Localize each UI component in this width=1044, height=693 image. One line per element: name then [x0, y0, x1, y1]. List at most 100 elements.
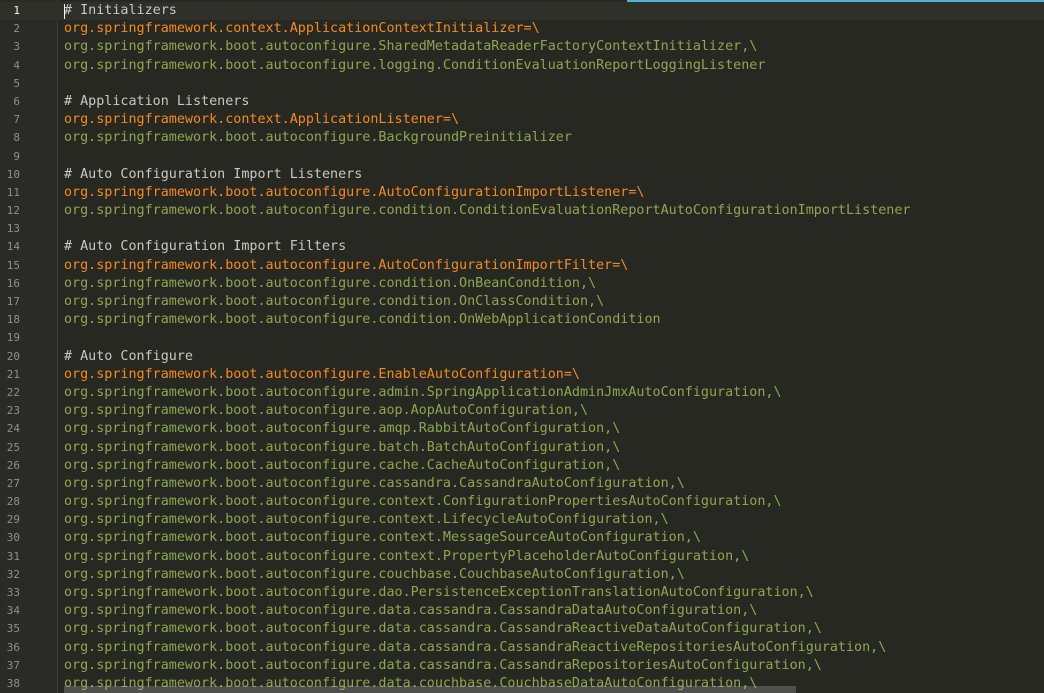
- code-line[interactable]: 1 # Initializers: [0, 2, 1044, 20]
- code-line[interactable]: 5: [0, 75, 1044, 93]
- property-value: org.springframework.boot.autoconfigure.c…: [64, 457, 621, 473]
- property-value: org.springframework.boot.autoconfigure.b…: [64, 439, 621, 455]
- code-line[interactable]: 9: [0, 148, 1044, 166]
- code-line[interactable]: 34 org.springframework.boot.autoconfigure…: [0, 602, 1044, 620]
- code-line[interactable]: 35 org.springframework.boot.autoconfigure…: [0, 620, 1044, 638]
- line-number: 12: [6, 204, 20, 218]
- code-line[interactable]: 8 org.springframework.boot.autoconfigure.…: [0, 129, 1044, 147]
- code-line[interactable]: 13: [0, 220, 1044, 238]
- line-number: 6: [13, 94, 20, 108]
- property-key: org.springframework.boot.autoconfigure.A…: [64, 184, 645, 200]
- code-line[interactable]: 21 org.springframework.boot.autoconfigure…: [0, 366, 1044, 384]
- code-line[interactable]: 24 org.springframework.boot.autoconfigure…: [0, 420, 1044, 438]
- property-value: org.springframework.boot.autoconfigure.S…: [64, 39, 758, 55]
- code-line[interactable]: 15 org.springframework.boot.autoconfigure…: [0, 257, 1044, 275]
- line-number: 1: [13, 4, 20, 17]
- line-number: 4: [13, 58, 20, 72]
- code-comment: # Auto Configuration Import Listeners: [64, 166, 363, 182]
- line-number: 17: [6, 295, 20, 308]
- code-line[interactable]: 30 org.springframework.boot.autoconfigure…: [0, 529, 1044, 547]
- horizontal-scrollbar[interactable]: [64, 686, 796, 693]
- code-comment: # Application Listeners: [64, 93, 250, 109]
- property-key: org.springframework.context.ApplicationL…: [64, 112, 460, 128]
- property-value: org.springframework.boot.autoconfigure.c…: [64, 494, 782, 510]
- line-number: 3: [13, 40, 20, 54]
- line-number: 35: [6, 622, 20, 636]
- code-line[interactable]: 29 org.springframework.boot.autoconfigure…: [0, 511, 1044, 529]
- property-value: org.springframework.boot.autoconfigure.c…: [64, 275, 597, 291]
- property-value: org.springframework.boot.autoconfigure.d…: [64, 603, 758, 619]
- code-line[interactable]: 2 org.springframework.context.Application…: [0, 20, 1044, 38]
- property-value: org.springframework.boot.autoconfigure.a…: [64, 384, 782, 400]
- code-line[interactable]: 33 org.springframework.boot.autoconfigure…: [0, 584, 1044, 602]
- code-comment: # Initializers: [64, 3, 177, 18]
- line-number: 36: [6, 640, 20, 654]
- code-line[interactable]: 14 # Auto Configuration Import Filters: [0, 238, 1044, 256]
- code-line[interactable]: 16 org.springframework.boot.autoconfigure…: [0, 275, 1044, 293]
- code-line[interactable]: 7 org.springframework.context.Application…: [0, 111, 1044, 129]
- property-key: org.springframework.context.ApplicationC…: [64, 21, 540, 37]
- code-line[interactable]: 37 org.springframework.boot.autoconfigure…: [0, 657, 1044, 675]
- code-line[interactable]: 36 org.springframework.boot.autoconfigure…: [0, 639, 1044, 657]
- code-line[interactable]: 31 org.springframework.boot.autoconfigure…: [0, 548, 1044, 566]
- line-number: 5: [13, 76, 20, 90]
- line-number: 30: [6, 531, 20, 545]
- line-number: 10: [6, 167, 20, 181]
- property-value: org.springframework.boot.autoconfigure.d…: [64, 585, 814, 600]
- line-number: 32: [6, 567, 20, 581]
- code-editor[interactable]: 1 # Initializers 2 org.springframework.cont…: [0, 0, 1044, 693]
- code-lines[interactable]: 1 # Initializers 2 org.springframework.cont…: [0, 2, 1044, 693]
- code-line[interactable]: 17 org.springframework.boot.autoconfigure…: [0, 293, 1044, 311]
- line-number: 24: [6, 422, 20, 436]
- code-line[interactable]: 32 org.springframework.boot.autoconfigure…: [0, 566, 1044, 584]
- line-number: 28: [6, 495, 20, 509]
- property-value: org.springframework.boot.autoconfigure.c…: [64, 203, 911, 219]
- code-line[interactable]: 12 org.springframework.boot.autoconfigure…: [0, 202, 1044, 220]
- line-number: 37: [6, 658, 20, 672]
- code-line[interactable]: 19: [0, 329, 1044, 347]
- line-number: 33: [6, 586, 20, 599]
- property-key: org.springframework.boot.autoconfigure.A…: [64, 257, 629, 273]
- line-number: 18: [6, 313, 20, 327]
- property-value: org.springframework.boot.autoconfigure.c…: [64, 294, 605, 309]
- line-number: 16: [6, 276, 20, 290]
- code-line[interactable]: 4 org.springframework.boot.autoconfigure.…: [0, 57, 1044, 75]
- code-line[interactable]: 26 org.springframework.boot.autoconfigure…: [0, 457, 1044, 475]
- code-line[interactable]: 11 org.springframework.boot.autoconfigure…: [0, 184, 1044, 202]
- line-number: 11: [6, 185, 20, 199]
- code-line[interactable]: 22 org.springframework.boot.autoconfigure…: [0, 384, 1044, 402]
- property-value: org.springframework.boot.autoconfigure.d…: [64, 639, 887, 655]
- code-line[interactable]: 20 # Auto Configure: [0, 348, 1044, 366]
- line-number: 23: [6, 404, 20, 418]
- line-number: 7: [13, 113, 20, 127]
- line-number: 38: [6, 676, 20, 690]
- line-number: 29: [6, 513, 20, 527]
- line-number: 9: [13, 149, 20, 163]
- property-value: org.springframework.boot.autoconfigure.c…: [64, 475, 685, 491]
- property-value: org.springframework.boot.autoconfigure.l…: [64, 57, 766, 73]
- property-value: org.springframework.boot.autoconfigure.d…: [64, 657, 822, 673]
- code-comment: # Auto Configure: [64, 348, 193, 364]
- code-line[interactable]: 28 org.springframework.boot.autoconfigure…: [0, 493, 1044, 511]
- code-line[interactable]: 6 # Application Listeners: [0, 93, 1044, 111]
- line-number: 8: [13, 131, 20, 145]
- line-number: 34: [6, 604, 20, 618]
- line-number: 19: [6, 331, 20, 345]
- line-number: 31: [6, 549, 20, 563]
- property-value: org.springframework.boot.autoconfigure.c…: [64, 312, 661, 328]
- line-number: 21: [6, 367, 20, 381]
- code-comment: # Auto Configuration Import Filters: [64, 239, 347, 255]
- line-number: 22: [6, 385, 20, 399]
- property-value: org.springframework.boot.autoconfigure.a…: [64, 421, 621, 437]
- line-number: 15: [6, 258, 20, 272]
- line-number: 20: [6, 349, 20, 363]
- line-number: 25: [6, 440, 20, 454]
- code-line[interactable]: 10 # Auto Configuration Import Listeners: [0, 166, 1044, 184]
- code-line[interactable]: 27 org.springframework.boot.autoconfigure…: [0, 475, 1044, 493]
- code-line[interactable]: 18 org.springframework.boot.autoconfigure…: [0, 311, 1044, 329]
- code-line[interactable]: 25 org.springframework.boot.autoconfigure…: [0, 439, 1044, 457]
- code-line[interactable]: 23 org.springframework.boot.autoconfigure…: [0, 402, 1044, 420]
- property-value: org.springframework.boot.autoconfigure.a…: [64, 403, 589, 419]
- code-line[interactable]: 3 org.springframework.boot.autoconfigure.…: [0, 38, 1044, 56]
- property-value: org.springframework.boot.autoconfigure.d…: [64, 621, 822, 637]
